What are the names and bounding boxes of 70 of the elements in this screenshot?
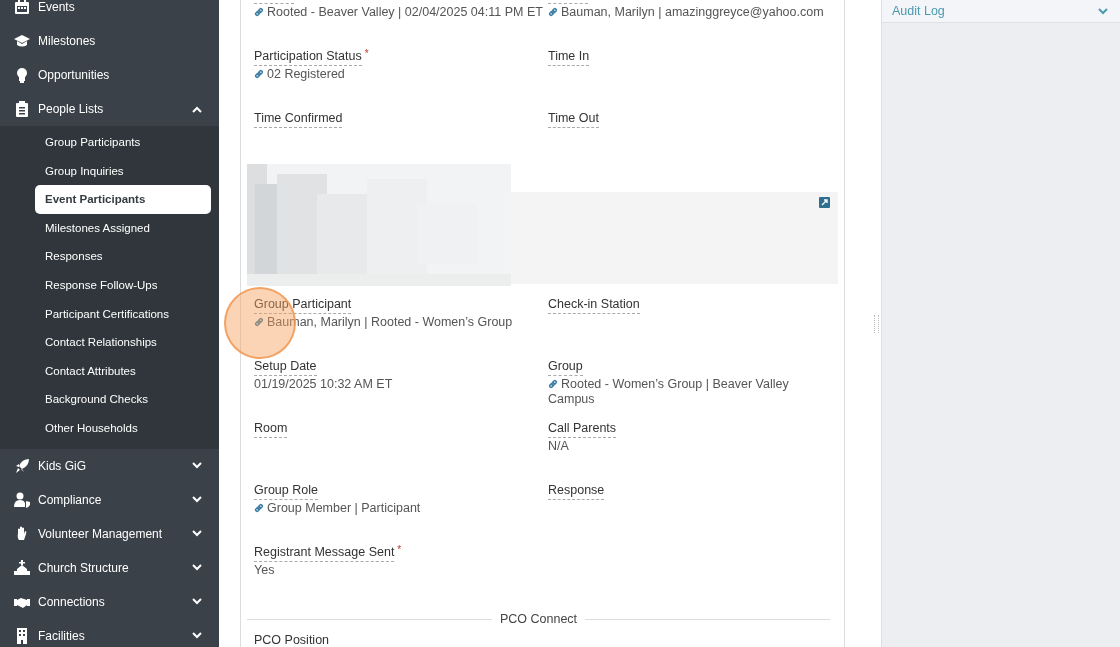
field-label: Group Role (254, 482, 318, 500)
sidebar-subitem[interactable]: Response Follow-Ups (35, 270, 211, 300)
field-label: Time In (548, 48, 590, 66)
chevron-down-icon (192, 564, 202, 572)
sidebar-icon (14, 457, 30, 474)
field-value: Yes (254, 563, 276, 578)
field-link[interactable]: Rooted - Beaver Valley | 02/04/2025 04:11 PM ET (254, 5, 544, 20)
field-label: PCO Position (254, 632, 330, 647)
link-icon (548, 379, 558, 389)
chevron-down-icon (192, 462, 202, 470)
field-link[interactable]: Group Member | Participant (254, 501, 544, 516)
field-label: Call Parents (548, 420, 617, 438)
sidebar-icon (14, 101, 30, 117)
sidebar-subitem[interactable]: Group Inquiries (35, 156, 211, 186)
chevron-up-icon (192, 105, 202, 113)
field-label: Room (254, 420, 288, 438)
sidebar-icon (14, 491, 30, 508)
field-label: Setup Date (254, 358, 317, 376)
sidebar-item[interactable]: Connections (0, 584, 219, 619)
sidebar-subitem[interactable]: Milestones Assigned (35, 213, 211, 243)
sidebar-icon (14, 627, 30, 644)
chevron-down-icon (1098, 7, 1108, 15)
resize-handle[interactable] (874, 314, 879, 333)
sidebar-subitem[interactable]: Group Participants (35, 128, 211, 157)
field-link[interactable]: Bauman, Marilyn | amazinggreyce@yahoo.com (548, 5, 838, 20)
link-icon (254, 503, 264, 513)
sidebar-subitem[interactable]: Contact Attributes (35, 356, 211, 386)
field-link[interactable]: Rooted - Women’s Group | Beaver Valley Campus (548, 377, 838, 407)
sidebar-icon (14, 33, 30, 49)
sidebar-item[interactable]: Compliance (0, 482, 219, 517)
sidebar-item[interactable]: Facilities (0, 618, 219, 647)
sidebar-subitem[interactable]: Background Checks (35, 385, 211, 414)
chevron-down-icon (192, 598, 202, 606)
sidebar-subitem[interactable]: Contact Relationships (35, 328, 211, 357)
field-value: 01/19/2025 10:32 AM ET (254, 377, 394, 392)
sidebar-icon (14, 559, 30, 576)
chevron-down-icon (192, 632, 202, 640)
sidebar-item[interactable]: Opportunities (0, 58, 219, 92)
section-title: PCO Connect (499, 612, 578, 626)
required-mark: * (397, 544, 402, 555)
field-label: Time Out (548, 110, 599, 128)
field-link[interactable]: 02 Registered (254, 67, 544, 82)
field-label: Group Participant (254, 296, 352, 314)
field-link[interactable]: Bauman, Marilyn | Rooted - Women’s Group (254, 315, 544, 330)
sidebar-subitem[interactable]: Participant Certifications (35, 299, 211, 329)
field-label: Group (548, 358, 583, 376)
field-value: N/A (548, 439, 570, 454)
chevron-down-icon (192, 496, 202, 504)
sidebar-subitem[interactable]: Other Households (35, 413, 211, 443)
required-mark: * (364, 48, 369, 59)
sidebar-item[interactable]: Volunteer Management (0, 516, 219, 551)
field-label: Check-in Station (548, 296, 640, 314)
link-icon (254, 317, 264, 327)
link-icon (254, 69, 264, 79)
field-label: Time Confirmed (254, 110, 343, 128)
sidebar-item[interactable]: Kids GiG (0, 448, 219, 483)
link-icon (254, 7, 264, 17)
link-icon (548, 7, 558, 17)
sidebar-item[interactable]: Milestones (0, 24, 219, 58)
field-label: Participation Status (254, 48, 362, 66)
sidebar-item[interactable]: Church Structure (0, 550, 219, 585)
field-label: Registrant Message Sent (254, 544, 395, 562)
sidebar-icon (14, 67, 30, 83)
sidebar-item[interactable]: Events (0, 0, 219, 24)
field-label: Response (548, 482, 605, 500)
expand-icon[interactable] (819, 197, 830, 208)
sidebar-item[interactable]: People Lists (0, 92, 219, 126)
sidebar-subitem[interactable]: Responses (35, 242, 211, 271)
chevron-down-icon (192, 530, 202, 538)
sidebar-subitem[interactable]: Event Participants (35, 185, 211, 214)
